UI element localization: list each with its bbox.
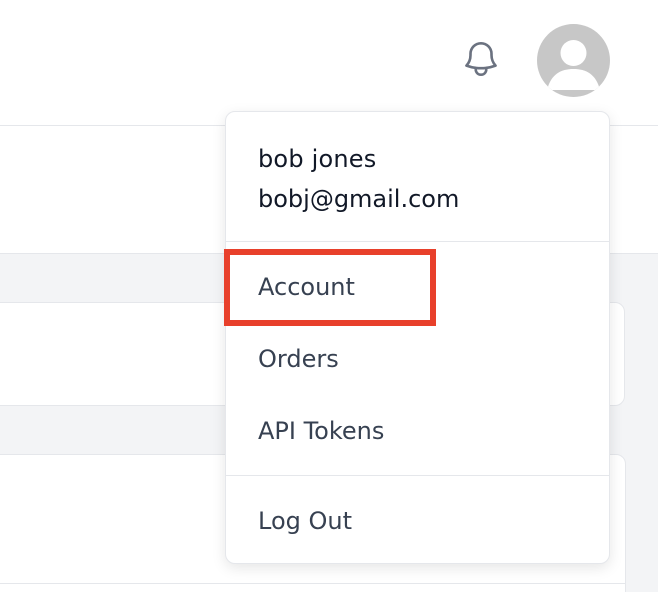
user-email: bobj@gmail.com bbox=[258, 185, 460, 213]
menu-divider bbox=[226, 475, 609, 476]
user-avatar-icon bbox=[547, 40, 600, 90]
top-navbar bbox=[0, 0, 658, 126]
menu-item-log-out[interactable]: Log Out bbox=[258, 504, 352, 538]
menu-item-orders[interactable]: Orders bbox=[258, 342, 339, 376]
card-divider bbox=[0, 583, 625, 584]
user-dropdown-menu: bob jones bobj@gmail.com Account Orders … bbox=[225, 111, 610, 564]
user-avatar-button[interactable] bbox=[537, 24, 610, 97]
menu-item-api-tokens[interactable]: API Tokens bbox=[258, 414, 384, 448]
user-info: bob jones bobj@gmail.com bbox=[258, 142, 459, 216]
bell-icon[interactable] bbox=[460, 38, 502, 80]
menu-item-account[interactable]: Account bbox=[258, 270, 355, 304]
user-name: bob jones bbox=[258, 145, 377, 173]
menu-divider bbox=[226, 241, 609, 242]
